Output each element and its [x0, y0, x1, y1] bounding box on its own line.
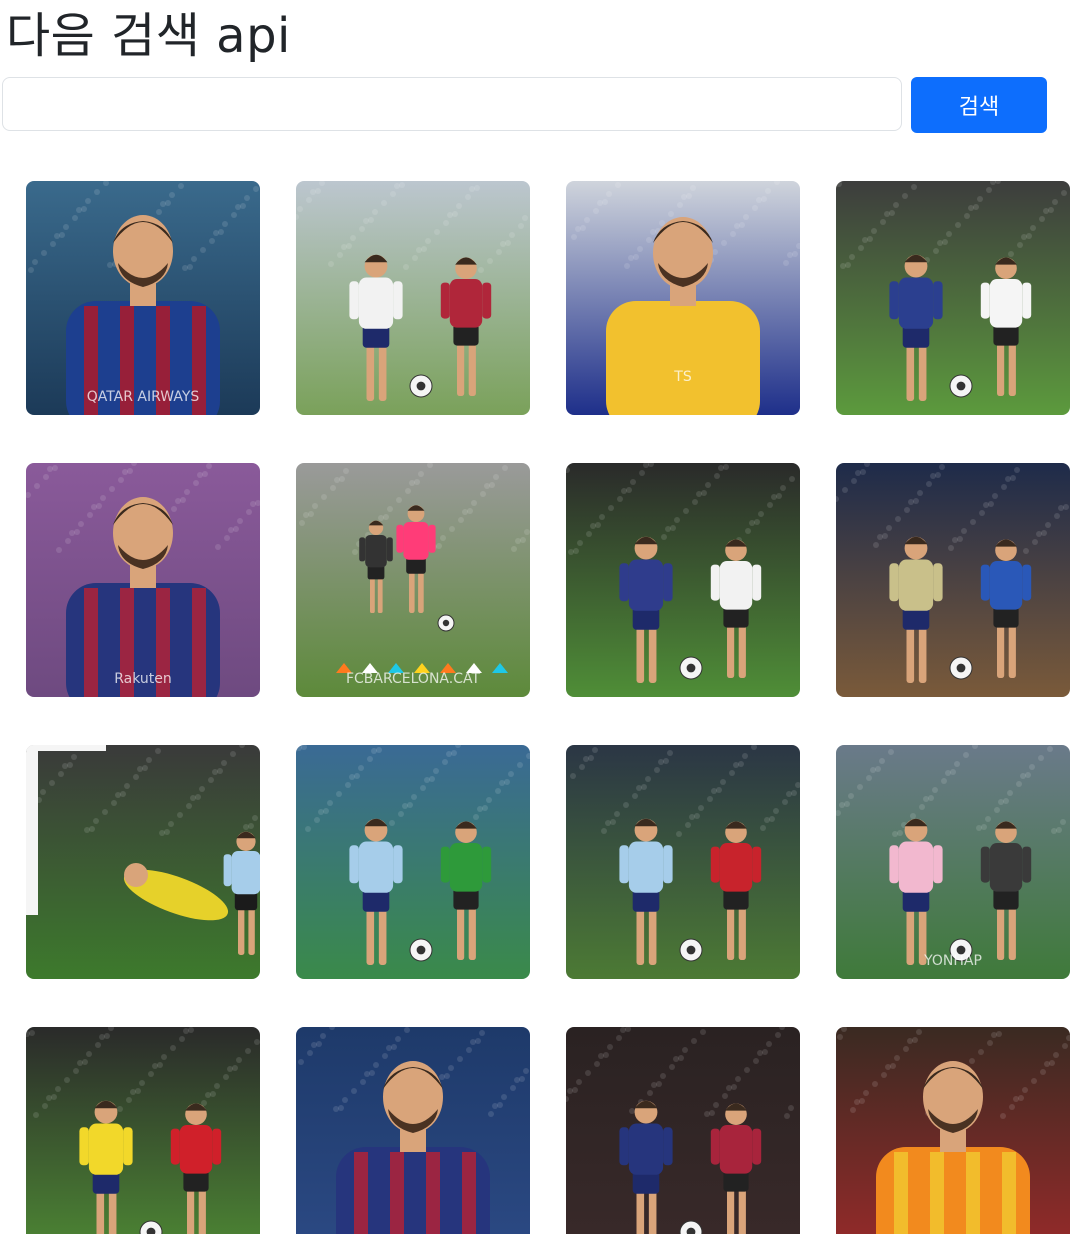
thumbnail-image: [836, 181, 1070, 415]
image-result-thumbnail[interactable]: [836, 181, 1070, 415]
thumbnail-watermark-text: FCBARCELONA.CAT: [346, 671, 481, 687]
thumbnail-image: [836, 463, 1070, 697]
image-result-thumbnail[interactable]: [566, 463, 800, 697]
page-title: 다음 검색 api: [6, 8, 291, 64]
thumbnail-watermark-text: Rakuten: [114, 671, 172, 687]
image-result-thumbnail[interactable]: gettyimages: [566, 1027, 800, 1234]
thumbnail-image: gettyimages: [566, 1027, 800, 1234]
search-bar: 검색: [2, 77, 1047, 133]
thumbnail-image: [566, 745, 800, 979]
image-result-thumbnail[interactable]: [296, 1027, 530, 1234]
thumbnail-image: FCBARCELONA.CAT: [296, 463, 530, 697]
image-result-thumbnail[interactable]: YONHAP: [836, 745, 1070, 979]
thumbnail-watermark-text: QATAR AIRWAYS: [87, 389, 200, 405]
page: 다음 검색 api 검색 QATAR AIRWAYS TS Rakuten FCBAR…: [0, 0, 1082, 1234]
image-result-thumbnail[interactable]: QATAR AIRWAYS: [26, 181, 260, 415]
image-result-thumbnail[interactable]: FCBARCELONA.CAT: [296, 463, 530, 697]
image-result-thumbnail[interactable]: [836, 1027, 1070, 1234]
thumbnail-image: QATAR AIRWAYS: [26, 181, 260, 415]
thumbnail-image: Rakuten: [26, 463, 260, 697]
thumbnail-image: YONHAP: [836, 745, 1070, 979]
thumbnail-image: TS: [566, 181, 800, 415]
thumbnail-image: [296, 181, 530, 415]
image-result-thumbnail[interactable]: [26, 745, 260, 979]
image-result-thumbnail[interactable]: [566, 745, 800, 979]
image-result-thumbnail[interactable]: TS: [566, 181, 800, 415]
image-result-thumbnail[interactable]: Rakuten: [26, 463, 260, 697]
thumbnail-image: [296, 1027, 530, 1234]
image-result-thumbnail[interactable]: [836, 463, 1070, 697]
image-result-thumbnail[interactable]: [296, 745, 530, 979]
thumbnail-image: [566, 463, 800, 697]
image-result-thumbnail[interactable]: [26, 1027, 260, 1234]
search-input[interactable]: [2, 77, 902, 131]
thumbnail-image: [26, 745, 260, 979]
thumbnail-watermark-text: YONHAP: [923, 953, 982, 969]
search-button[interactable]: 검색: [911, 77, 1047, 133]
thumbnail-watermark-text: TS: [673, 369, 692, 385]
image-result-thumbnail[interactable]: [296, 181, 530, 415]
thumbnail-image: [836, 1027, 1070, 1234]
thumbnail-image: [296, 745, 530, 979]
thumbnail-image: [26, 1027, 260, 1234]
